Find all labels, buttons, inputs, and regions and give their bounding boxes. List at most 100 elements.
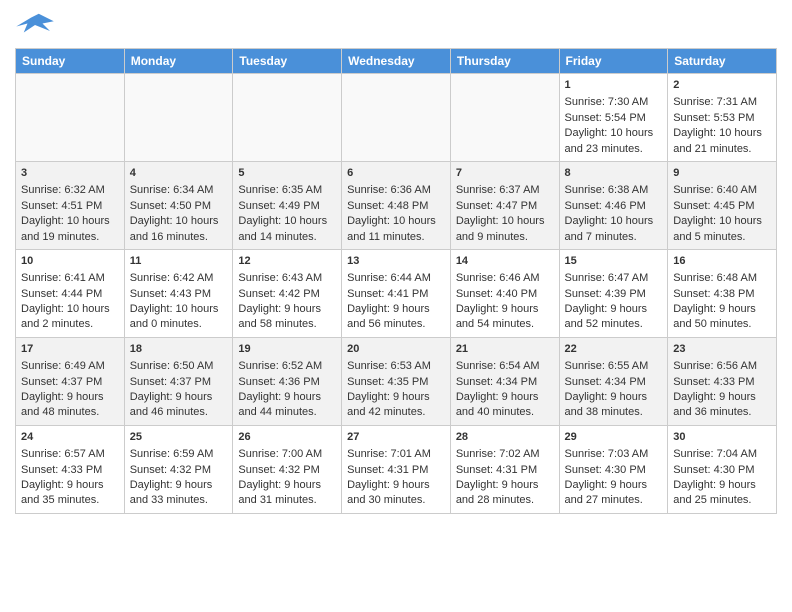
cell-text: Sunrise: 6:44 AM (347, 271, 445, 286)
cell-text: Daylight: 9 hours and 27 minutes. (565, 478, 663, 509)
day-number: 24 (21, 430, 119, 445)
calendar-cell: 9Sunrise: 6:40 AMSunset: 4:45 PMDaylight… (668, 161, 777, 249)
cell-text: Sunrise: 6:56 AM (673, 359, 771, 374)
calendar-cell: 1 Sunrise: 7:30 AMSunset: 5:54 PMDaylight… (559, 74, 668, 162)
cell-text: Sunrise: 7:31 AM (673, 95, 771, 110)
day-number: 4 (130, 166, 228, 181)
day-number: 22 (565, 342, 663, 357)
cell-text: Sunset: 4:31 PM (347, 463, 445, 478)
col-header-tuesday: Tuesday (233, 49, 342, 74)
calendar-table: SundayMondayTuesdayWednesdayThursdayFrid… (15, 48, 777, 514)
col-header-monday: Monday (124, 49, 233, 74)
cell-text: Daylight: 10 hours and 21 minutes. (673, 126, 771, 157)
cell-text: Sunrise: 6:49 AM (21, 359, 119, 374)
col-header-friday: Friday (559, 49, 668, 74)
cell-text: Daylight: 9 hours and 56 minutes. (347, 302, 445, 333)
calendar-cell: 25Sunrise: 6:59 AMSunset: 4:32 PMDayligh… (124, 425, 233, 513)
cell-text: Daylight: 10 hours and 14 minutes. (238, 214, 336, 245)
day-number: 6 (347, 166, 445, 181)
cell-text: Sunrise: 6:34 AM (130, 183, 228, 198)
day-number: 14 (456, 254, 554, 269)
cell-text: Sunrise: 6:43 AM (238, 271, 336, 286)
cell-text: Sunrise: 6:55 AM (565, 359, 663, 374)
logo-icon (15, 10, 55, 40)
cell-text: Sunrise: 6:37 AM (456, 183, 554, 198)
cell-text: Daylight: 10 hours and 16 minutes. (130, 214, 228, 245)
week-row-5: 24Sunrise: 6:57 AMSunset: 4:33 PMDayligh… (16, 425, 777, 513)
day-number: 27 (347, 430, 445, 445)
cell-text: Daylight: 9 hours and 30 minutes. (347, 478, 445, 509)
cell-text: Sunrise: 6:41 AM (21, 271, 119, 286)
day-number: 8 (565, 166, 663, 181)
calendar-cell (16, 74, 125, 162)
cell-text: Daylight: 9 hours and 35 minutes. (21, 478, 119, 509)
day-number: 1 (565, 78, 663, 93)
cell-text: Sunset: 4:49 PM (238, 199, 336, 214)
cell-text: Sunrise: 6:35 AM (238, 183, 336, 198)
cell-text: Daylight: 10 hours and 23 minutes. (565, 126, 663, 157)
day-number: 5 (238, 166, 336, 181)
cell-text: Sunrise: 7:00 AM (238, 447, 336, 462)
cell-text: Sunset: 4:40 PM (456, 287, 554, 302)
cell-text: Sunset: 4:36 PM (238, 375, 336, 390)
calendar-cell: 7Sunrise: 6:37 AMSunset: 4:47 PMDaylight… (450, 161, 559, 249)
cell-text: Sunset: 4:33 PM (673, 375, 771, 390)
calendar-cell: 30Sunrise: 7:04 AMSunset: 4:30 PMDayligh… (668, 425, 777, 513)
day-number: 9 (673, 166, 771, 181)
calendar-cell: 17Sunrise: 6:49 AMSunset: 4:37 PMDayligh… (16, 337, 125, 425)
calendar-cell: 27 Sunrise: 7:01 AMSunset: 4:31 PMDayligh… (342, 425, 451, 513)
calendar-cell: 12Sunrise: 6:43 AMSunset: 4:42 PMDayligh… (233, 249, 342, 337)
cell-text: Sunrise: 6:57 AM (21, 447, 119, 462)
cell-text: Daylight: 9 hours and 58 minutes. (238, 302, 336, 333)
calendar-cell: 3Sunrise: 6:32 AMSunset: 4:51 PMDaylight… (16, 161, 125, 249)
day-number: 7 (456, 166, 554, 181)
calendar-cell: 5 Sunrise: 6:35 AMSunset: 4:49 PMDaylight… (233, 161, 342, 249)
page-header (15, 10, 777, 40)
calendar-cell (124, 74, 233, 162)
cell-text: Daylight: 9 hours and 28 minutes. (456, 478, 554, 509)
week-row-4: 17 Sunrise: 6:49 AM Sunset: 4:37 PM Dayligh… (16, 337, 777, 425)
cell-text: Sunrise: 7:01 AM (347, 447, 445, 462)
cell-text: Sunset: 4:34 PM (565, 375, 663, 390)
cell-text: Sunset: 4:33 PM (21, 463, 119, 478)
cell-text: Daylight: 9 hours and 50 minutes. (673, 302, 771, 333)
cell-text: Daylight: 9 hours and 42 minutes. (347, 390, 445, 421)
cell-text: Sunset: 4:42 PM (238, 287, 336, 302)
cell-text: Daylight: 10 hours and 5 minutes. (673, 214, 771, 245)
week-row-1: 1Sunrise: 7:30 AMSunset: 5:54 PMDaylight… (16, 74, 777, 162)
col-header-saturday: Saturday (668, 49, 777, 74)
day-number: 15 (565, 254, 663, 269)
cell-text: Sunset: 4:45 PM (673, 199, 771, 214)
cell-text: Daylight: 9 hours and 33 minutes. (130, 478, 228, 509)
cell-text: Sunrise: 7:30 AM (565, 95, 663, 110)
day-number: 17 (21, 342, 119, 357)
cell-text: Sunset: 4:35 PM (347, 375, 445, 390)
calendar-cell: 4Sunrise: 6:34 AMSunset: 4:50 PMDaylight… (124, 161, 233, 249)
cell-text: Sunset: 4:30 PM (565, 463, 663, 478)
cell-text: Sunrise: 6:36 AM (347, 183, 445, 198)
day-number: 23 (673, 342, 771, 357)
day-number: 18 (130, 342, 228, 357)
cell-text: Sunrise: 7:02 AM (456, 447, 554, 462)
logo (15, 10, 59, 40)
cell-text: Sunset: 4:48 PM (347, 199, 445, 214)
day-number: 29 (565, 430, 663, 445)
cell-text: Sunrise: 7:03 AM (565, 447, 663, 462)
day-number: 25 (130, 430, 228, 445)
day-number: 10 (21, 254, 119, 269)
cell-text: Sunset: 5:54 PM (565, 111, 663, 126)
day-number: 2 (673, 78, 771, 93)
cell-text: Sunset: 4:43 PM (130, 287, 228, 302)
cell-text: Sunset: 4:38 PM (673, 287, 771, 302)
cell-text: Daylight: 10 hours and 11 minutes. (347, 214, 445, 245)
cell-text: Sunset: 4:31 PM (456, 463, 554, 478)
cell-text: Sunset: 4:51 PM (21, 199, 119, 214)
cell-text: Sunset: 4:37 PM (130, 375, 228, 390)
cell-text: Daylight: 9 hours and 36 minutes. (673, 390, 771, 421)
calendar-cell (450, 74, 559, 162)
cell-text: Daylight: 10 hours and 19 minutes. (21, 214, 119, 245)
calendar-cell: 6 Sunrise: 6:36 AMSunset: 4:48 PMDaylight… (342, 161, 451, 249)
day-number: 21 (456, 342, 554, 357)
cell-text: Sunrise: 6:50 AM (130, 359, 228, 374)
cell-text: Sunrise: 6:42 AM (130, 271, 228, 286)
